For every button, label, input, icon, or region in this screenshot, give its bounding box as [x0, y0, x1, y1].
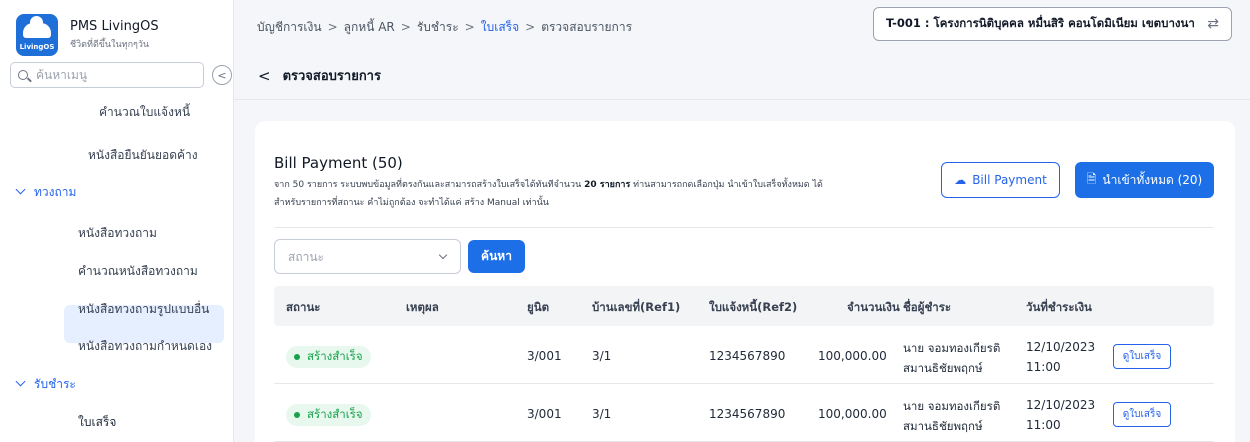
cell-house-no: 3/1 [592, 407, 612, 421]
breadcrumb-ar[interactable]: ลูกหนี้ AR [344, 20, 395, 34]
col-unit: ยูนิต [527, 300, 550, 314]
cell-pay-time: 11:00 [1026, 418, 1061, 432]
card-note: สำหรับรายการที่สถานะ คำไม่ถูกต้อง จะทำได… [274, 198, 549, 208]
chevron-down-icon [15, 376, 26, 387]
menu-search-input[interactable] [36, 68, 196, 82]
col-amount: จำนวนเงิน [847, 300, 900, 314]
col-pay-date: วันที่ชำระเงิน [1026, 300, 1092, 314]
col-status: สถานะ [286, 300, 321, 314]
collapse-sidebar-button[interactable]: < [212, 65, 232, 85]
cell-payer-line1: นาย จอมทองเกียรติ [903, 341, 1001, 355]
sidebar-group-payment[interactable]: รับชำระ [15, 375, 76, 394]
import-all-button[interactable]: 🗎 นำเข้าทั้งหมด (20) [1075, 162, 1214, 198]
breadcrumb-current: ตรวจสอบรายการ [541, 20, 633, 34]
sidebar-item-dunning-letter[interactable]: หนังสือทวงถาม [78, 224, 157, 243]
cell-pay-date: 12/10/2023 [1026, 398, 1096, 412]
cell-payer-line1: นาย จอมทองเกียรติ [903, 399, 1001, 413]
sidebar-item-invoice-calc[interactable]: คำนวณใบแจ้งหนี้ [99, 103, 190, 122]
cell-payer-line2: สมานธิชัยพฤกษ์ [903, 361, 983, 375]
card-title: Bill Payment (50) [274, 154, 403, 172]
document-import-icon: 🗎 [1086, 171, 1097, 186]
card-description: จาก 50 รายการ ระบบพบข้อมูลที่ตรงกันและสา… [274, 180, 823, 190]
swap-icon: ⇄ [1207, 16, 1219, 32]
status-badge: สร้างสำเร็จ [286, 404, 371, 426]
cell-house-no: 3/1 [592, 349, 612, 363]
card-divider [274, 227, 1214, 228]
col-reason: เหตุผล [406, 300, 439, 314]
page-header: < ตรวจสอบรายการ [258, 65, 381, 86]
cell-pay-time: 11:00 [1026, 360, 1061, 374]
table-header: สถานะ เหตุผล ยูนิต บ้านเลขที่(Ref1) ใบแจ… [274, 286, 1214, 326]
cloud-upload-icon: ☁ [954, 173, 967, 187]
cell-amount: 100,000.00 [818, 349, 887, 363]
header-divider [234, 99, 1250, 100]
cell-payer-line2: สมานธิชัยพฤกษ์ [903, 419, 983, 433]
sidebar-item-receipt[interactable]: ใบเสร็จ [78, 413, 116, 432]
status-filter-input[interactable] [288, 249, 428, 264]
chevron-down-icon [15, 184, 26, 195]
breadcrumb-receipt[interactable]: ใบเสร็จ [481, 20, 519, 34]
chevron-left-icon: < [217, 68, 227, 82]
view-receipt-button[interactable]: ดูใบเสร็จ [1113, 402, 1171, 427]
sidebar: LivingOS PMS LivingOS ชีวิตที่ดีขึ้นในทุ… [0, 0, 234, 442]
search-icon [18, 70, 28, 80]
sidebar-group-dunning[interactable]: ทวงถาม [15, 183, 76, 202]
menu-search [10, 62, 204, 88]
cell-invoice: 1234567890 [709, 407, 786, 421]
col-payer: ชื่อผู้ชำระ [903, 300, 952, 314]
app-tagline: ชีวิตที่ดีขึ้นในทุกๆวัน [70, 40, 150, 50]
cell-unit: 3/001 [527, 407, 562, 421]
col-invoice: ใบแจ้งหนี้(Ref2) [709, 300, 798, 314]
status-badge: สร้างสำเร็จ [286, 346, 371, 368]
back-arrow-icon[interactable]: < [258, 67, 271, 85]
cell-pay-date: 12/10/2023 [1026, 340, 1096, 354]
table-row: สร้างสำเร็จ 3/001 3/1 1234567890 100,000… [274, 384, 1214, 442]
sidebar-item-balance-confirm[interactable]: หนังสือยืนยันยอดค้าง [88, 146, 198, 165]
status-filter[interactable] [274, 239, 461, 274]
cell-amount: 100,000.00 [818, 407, 887, 421]
project-name: T-001 : โครงการนิติบุคคล หมื่นสิริ คอนโด… [886, 16, 1195, 30]
breadcrumb-finance[interactable]: บัญชีการเงิน [257, 20, 322, 34]
sidebar-item-dunning-other[interactable]: หนังสือทวงถามรูปแบบอื่น [78, 300, 209, 319]
col-house-no: บ้านเลขที่(Ref1) [592, 300, 681, 314]
sidebar-item-dunning-calc[interactable]: คำนวณหนังสือทวงถาม [78, 262, 198, 281]
brand[interactable]: LivingOS PMS LivingOS ชีวิตที่ดีขึ้นในทุ… [16, 14, 159, 56]
app-name: PMS LivingOS [70, 19, 159, 34]
cell-unit: 3/001 [527, 349, 562, 363]
chevron-down-icon [438, 250, 448, 260]
sidebar-item-dunning-custom[interactable]: หนังสือทวงถามกำหนดเอง [78, 337, 212, 356]
view-receipt-button[interactable]: ดูใบเสร็จ [1113, 344, 1171, 369]
project-selector[interactable]: T-001 : โครงการนิติบุคคล หมื่นสิริ คอนโด… [873, 7, 1232, 41]
bill-payment-card: Bill Payment (50) จาก 50 รายการ ระบบพบข้… [255, 121, 1235, 442]
search-button[interactable]: ค้นหา [468, 240, 525, 273]
breadcrumb: บัญชีการเงิน > ลูกหนี้ AR > รับชำระ > ใบเสร็จ >… [257, 20, 633, 34]
table-row: สร้างสำเร็จ 3/001 3/1 1234567890 100,000… [274, 326, 1214, 384]
bill-payment-button[interactable]: ☁ Bill Payment [941, 162, 1060, 198]
page-title: ตรวจสอบรายการ [282, 69, 381, 84]
breadcrumb-payment[interactable]: รับชำระ [417, 20, 459, 34]
cell-invoice: 1234567890 [709, 349, 786, 363]
livingos-logo: LivingOS [16, 14, 58, 56]
